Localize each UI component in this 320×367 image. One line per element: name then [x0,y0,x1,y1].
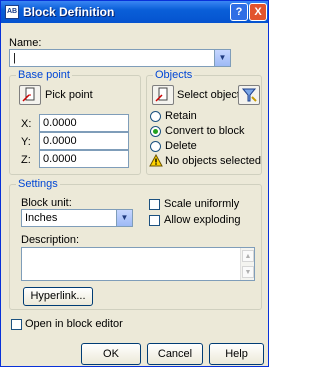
description-scrollbar[interactable]: ▲ ▼ [240,248,254,280]
description-textarea[interactable]: ▲ ▼ [21,247,255,281]
quick-select-button[interactable] [238,85,260,105]
pick-point-button[interactable] [19,85,41,105]
name-label: Name: [9,37,42,49]
description-label: Description: [21,234,80,246]
quick-select-filter-icon [241,88,257,102]
chevron-down-icon[interactable]: ▼ [116,210,132,226]
pick-point-label: Pick point [45,89,93,101]
block-definition-dialog: AB Block Definition ? X Name: | ▼ Base p… [0,0,269,367]
no-objects-selected-text: No objects selected [165,155,261,167]
convert-to-block-radio[interactable] [150,126,161,137]
chevron-down-icon[interactable]: ▼ [214,50,230,66]
y-label: Y: [21,136,31,148]
help-button[interactable]: Help [209,343,264,365]
x-label: X: [21,118,32,130]
select-objects-label: Select objects [177,89,246,101]
cancel-button[interactable]: Cancel [147,343,203,365]
select-objects-icon [155,87,168,102]
window-title: Block Definition [23,5,115,19]
hyperlink-button[interactable]: Hyperlink... [23,287,93,306]
objects-title: Objects [153,69,195,81]
close-button[interactable]: X [249,3,267,21]
delete-label: Delete [165,140,197,152]
name-value: | [13,52,16,64]
y-field[interactable]: 0.0000 [39,132,129,150]
scale-uniformly-checkbox[interactable] [149,199,160,210]
scale-uniformly-label: Scale uniformly [164,198,240,210]
allow-exploding-checkbox[interactable] [149,215,160,226]
delete-radio[interactable] [150,141,161,152]
retain-radio[interactable] [150,111,161,122]
app-icon: AB [5,5,19,19]
open-in-block-editor-label: Open in block editor [25,318,123,330]
z-label: Z: [21,154,31,166]
block-unit-label: Block unit: [21,197,72,209]
x-field[interactable]: 0.0000 [39,114,129,132]
convert-to-block-label: Convert to block [165,125,245,137]
pick-point-icon [22,87,35,102]
allow-exploding-label: Allow exploding [164,214,241,226]
scroll-down-icon[interactable]: ▼ [242,266,254,278]
name-combobox[interactable]: | ▼ [9,49,231,67]
open-in-block-editor-checkbox[interactable] [11,319,22,330]
z-field[interactable]: 0.0000 [39,150,129,168]
base-point-title: Base point [16,69,72,81]
block-unit-value: Inches [25,212,58,224]
block-unit-select[interactable]: Inches ▼ [21,209,133,227]
warning-icon [149,154,163,167]
settings-title: Settings [16,178,60,190]
ok-button[interactable]: OK [81,343,141,365]
select-objects-button[interactable] [152,85,174,105]
title-bar[interactable]: AB Block Definition ? X [1,1,268,23]
retain-label: Retain [165,110,197,122]
scroll-up-icon[interactable]: ▲ [242,250,254,262]
title-help-button[interactable]: ? [230,3,248,21]
